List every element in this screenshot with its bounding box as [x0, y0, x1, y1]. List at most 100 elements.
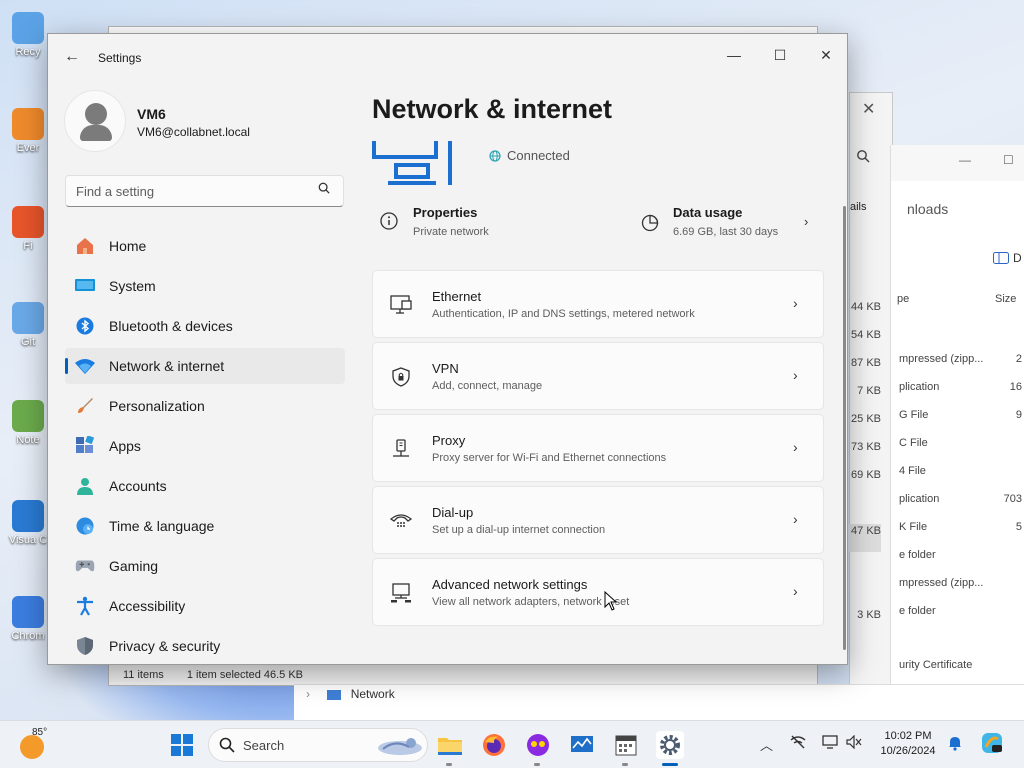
- settings-gear-icon[interactable]: [656, 731, 684, 759]
- start-icon[interactable]: [168, 731, 196, 759]
- network-offline-icon[interactable]: [790, 735, 806, 752]
- sidebar-item-time-language[interactable]: Time & language: [65, 508, 345, 544]
- calendar-app-icon[interactable]: [612, 731, 640, 759]
- explorer-status-bar: 11 items 1 item selected 46.5 KB: [109, 663, 817, 685]
- back-arrow-icon[interactable]: ←: [64, 48, 80, 66]
- search-icon[interactable]: [318, 182, 330, 197]
- chevron-right-icon: ›: [793, 511, 798, 527]
- display-icon[interactable]: [822, 735, 838, 752]
- file-size-cell: 47 KB: [849, 524, 881, 552]
- app-mask-icon[interactable]: [524, 731, 552, 759]
- desktop-icon[interactable]: Fi: [8, 206, 48, 252]
- search-icon[interactable]: [856, 149, 870, 166]
- desktop-icon[interactable]: Visua C: [8, 500, 48, 546]
- data-usage-link[interactable]: Data usage: [673, 205, 742, 220]
- file-size-cell: 54 KB: [851, 329, 881, 341]
- card-title: Dial-up: [432, 505, 474, 520]
- chevron-up-icon[interactable]: ︿: [760, 735, 773, 754]
- settings-card-dial-up[interactable]: Dial-up Set up a dial-up internet connect…: [372, 486, 824, 554]
- avatar[interactable]: [64, 90, 126, 152]
- vpn-shield-icon: [389, 365, 413, 389]
- settings-card-proxy[interactable]: Proxy Proxy server for Wi-Fi and Ethernet…: [372, 414, 824, 482]
- taskbar-search[interactable]: Search: [208, 728, 428, 762]
- column-header-type[interactable]: pe: [897, 293, 909, 305]
- sidebar-item-label: Gaming: [109, 558, 159, 574]
- sidebar-item-gaming[interactable]: Gaming: [65, 548, 345, 584]
- card-subtitle: Set up a dial-up internet connection: [432, 524, 606, 536]
- sidebar-item-label: Apps: [109, 438, 141, 454]
- column-header-size[interactable]: Size: [995, 293, 1016, 305]
- clock[interactable]: 10:02 PM 10/26/2024: [874, 729, 942, 759]
- file-size-cell: 73 KB: [851, 441, 881, 453]
- running-indicator: [446, 763, 452, 766]
- chevron-right-icon: ›: [793, 439, 798, 455]
- file-size-cell: [849, 580, 881, 608]
- connection-status: Connected: [489, 148, 570, 163]
- maximize-icon[interactable]: ☐: [1003, 153, 1014, 167]
- main-content: Network & internet Connected Properties …: [372, 34, 832, 664]
- settings-card-vpn[interactable]: VPN Add, connect, manage ›: [372, 342, 824, 410]
- sidebar-item-bluetooth-devices[interactable]: Bluetooth & devices: [65, 308, 345, 344]
- file-type-cell: e folder: [899, 549, 936, 561]
- nav-network-item[interactable]: › Network: [306, 687, 395, 701]
- find-setting-input[interactable]: [65, 175, 344, 207]
- profile-name: VM6: [137, 106, 166, 122]
- chevron-right-icon[interactable]: ›: [804, 214, 808, 229]
- desktop-icon[interactable]: Ever: [8, 108, 48, 154]
- file-size-cell: 16: [1009, 381, 1022, 393]
- details-pane-button[interactable]: D: [993, 251, 1022, 265]
- settings-card-ethernet[interactable]: Ethernet Authentication, IP and DNS setti…: [372, 270, 824, 338]
- file-explorer-icon[interactable]: [436, 731, 464, 759]
- sidebar-item-privacy-security[interactable]: Privacy & security: [65, 628, 345, 664]
- profile-email: VM6@collabnet.local: [137, 125, 250, 139]
- sidebar-item-label: Bluetooth & devices: [109, 318, 233, 334]
- file-size-cell: 87 KB: [851, 357, 881, 369]
- sidebar-item-apps[interactable]: Apps: [65, 428, 345, 464]
- sidebar-item-home[interactable]: Home: [65, 228, 345, 264]
- sidebar-item-system[interactable]: System: [65, 268, 345, 304]
- details-tab-partial[interactable]: ails: [850, 201, 867, 213]
- apps-icon: [75, 436, 95, 456]
- search-highlight-icon: [378, 738, 422, 755]
- file-size-cell: [849, 496, 881, 524]
- sidebar-item-personalization[interactable]: Personalization: [65, 388, 345, 424]
- settings-window: ← Settings — ☐ ✕ VM6 VM6@collabnet.local…: [47, 33, 848, 665]
- app-icon: [12, 596, 44, 628]
- card-title: Advanced network settings: [432, 577, 588, 592]
- sidebar-item-network-internet[interactable]: Network & internet: [65, 348, 345, 384]
- minimize-icon[interactable]: —: [959, 153, 971, 167]
- file-size-cell: 69 KB: [851, 469, 881, 481]
- sidebar-item-accounts[interactable]: Accounts: [65, 468, 345, 504]
- desktop-icon-label: Chrom: [11, 630, 45, 642]
- shield-icon: [75, 636, 95, 656]
- desktop-icon[interactable]: Git: [8, 302, 48, 348]
- firefox-icon[interactable]: [480, 731, 508, 759]
- card-subtitle: View all network adapters, network reset: [432, 596, 630, 608]
- copilot-icon[interactable]: [980, 731, 1004, 758]
- desktop-icon-label: Git: [20, 336, 36, 348]
- explorer-size-column: 44 KB 54 KB 87 KB 7 KB 25 KB 73 KB 69 KB 47 KB 3…: [849, 300, 881, 636]
- settings-card-advanced-network-settings[interactable]: Advanced network settings View all networ…: [372, 558, 824, 626]
- sidebar-item-label: Network & internet: [109, 358, 225, 374]
- sidebar-item-label: Privacy & security: [109, 638, 221, 654]
- desktop-icon[interactable]: Chrom: [8, 596, 48, 642]
- sidebar-item-accessibility[interactable]: Accessibility: [65, 588, 345, 624]
- chevron-right-icon: ›: [306, 687, 310, 701]
- scrollbar[interactable]: [843, 206, 846, 650]
- home-icon: [75, 236, 95, 256]
- sidebar-item-label: Time & language: [109, 518, 215, 534]
- sun-icon: [20, 735, 44, 759]
- file-type-cell: plication: [899, 493, 940, 505]
- desktop-icon[interactable]: Note: [8, 400, 48, 446]
- properties-link[interactable]: Properties: [413, 205, 477, 220]
- explorer-nav-pane: › Network: [294, 684, 1024, 720]
- performance-monitor-icon[interactable]: [568, 731, 596, 759]
- file-type-cell: G File: [899, 409, 929, 421]
- desktop-icon[interactable]: Recy: [8, 12, 48, 58]
- close-icon[interactable]: ✕: [862, 99, 875, 119]
- notification-bell-icon[interactable]: [948, 735, 962, 754]
- system-icon: [75, 276, 95, 296]
- volume-muted-icon[interactable]: [846, 734, 862, 752]
- desktop-icon-label: Visua C: [8, 534, 48, 546]
- file-size-cell: 2: [1015, 353, 1022, 365]
